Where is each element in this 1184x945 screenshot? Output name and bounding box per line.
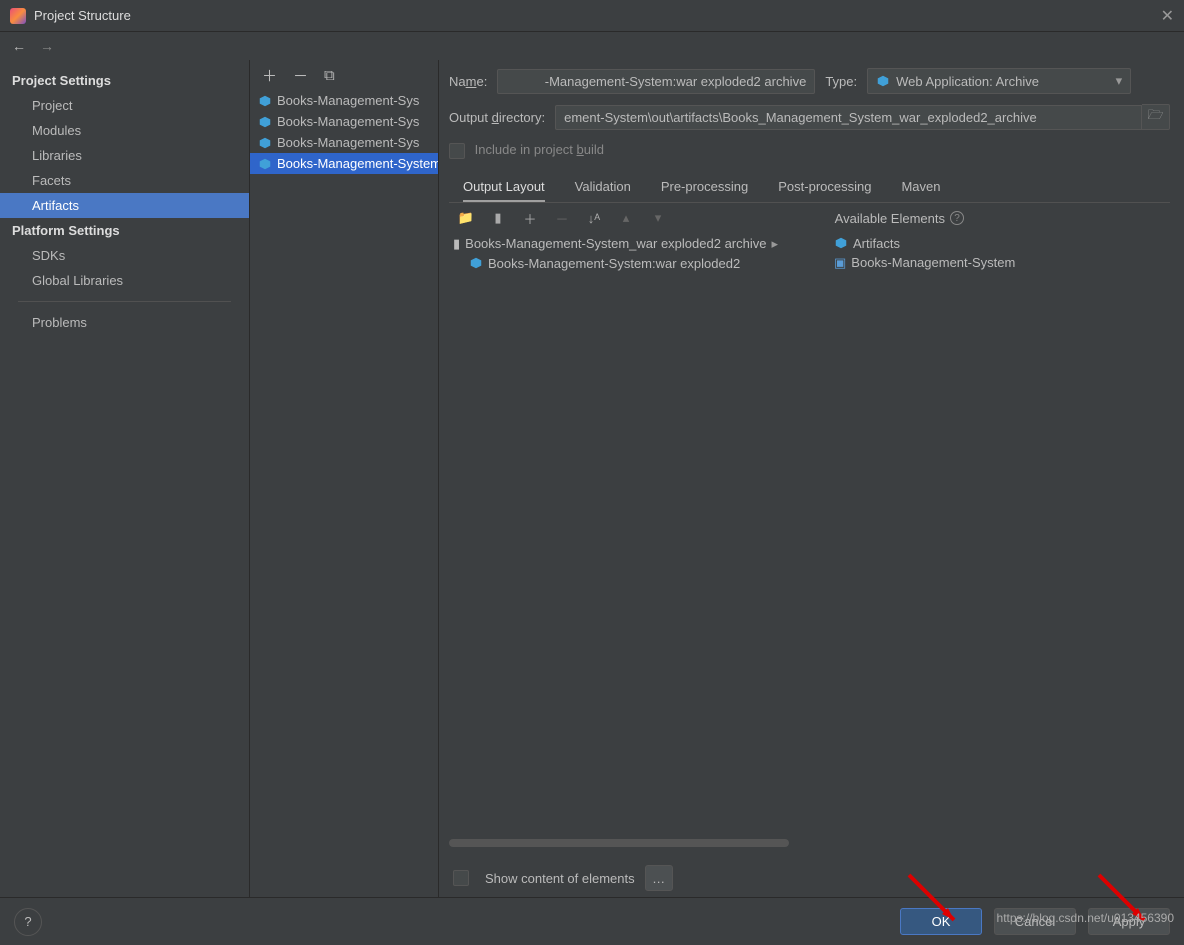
chevron-down-icon: ▾ xyxy=(1116,73,1123,89)
archive-icon xyxy=(876,74,890,88)
help-icon[interactable]: ? xyxy=(950,211,964,225)
name-label: Name: xyxy=(449,74,487,89)
tree-child-label: Books-Management-System:war exploded2 xyxy=(488,256,740,271)
artifact-label: Books-Management-Sys xyxy=(277,135,419,150)
sidebar-item-modules[interactable]: Modules xyxy=(0,118,249,143)
tree-root[interactable]: ▮ Books-Management-System_war exploded2 … xyxy=(449,234,820,254)
tab-post-processing[interactable]: Post-processing xyxy=(778,173,871,202)
layout-toolbar: 📁 ▮ ＋ － ↓ᴬ ▴ ▾ Available Elements ? xyxy=(449,203,1170,234)
divider xyxy=(18,301,231,302)
artifact-label: Books-Management-Sys xyxy=(277,114,419,129)
outdir-input[interactable]: ement-System\out\artifacts\Books_Managem… xyxy=(555,105,1142,130)
artifact-label: Books-Management-Sys xyxy=(277,93,419,108)
type-label: Type: xyxy=(825,74,857,89)
output-tree: ▮ Books-Management-System_war exploded2 … xyxy=(449,234,820,835)
tabs: Output Layout Validation Pre-processing … xyxy=(449,169,1170,203)
artifact-item[interactable]: Books-Management-Sys xyxy=(250,90,438,111)
artifact-item[interactable]: Books-Management-Sys xyxy=(250,132,438,153)
type-select[interactable]: Web Application: Archive ▾ xyxy=(867,68,1131,94)
archive-icon xyxy=(258,94,272,108)
module-icon: ▣ xyxy=(834,255,846,271)
artifact-item[interactable]: Books-Management-Sys xyxy=(250,111,438,132)
type-value: Web Application: Archive xyxy=(896,74,1039,89)
back-icon[interactable]: ← xyxy=(12,38,26,54)
artifacts-icon xyxy=(834,236,848,250)
close-icon[interactable]: ✕ xyxy=(1161,6,1174,26)
new-folder-icon[interactable]: 📁 xyxy=(457,209,475,227)
move-up-icon[interactable]: ▴ xyxy=(617,209,635,227)
horizontal-scrollbar[interactable] xyxy=(449,839,789,847)
nav-bar: ← → xyxy=(0,32,1184,60)
archive-icon xyxy=(258,136,272,150)
sidebar-item-libraries[interactable]: Libraries xyxy=(0,143,249,168)
help-button[interactable]: ? xyxy=(14,908,42,936)
include-build-row[interactable]: Include in project build xyxy=(449,140,1170,161)
sidebar-item-facets[interactable]: Facets xyxy=(0,168,249,193)
new-archive-icon[interactable]: ▮ xyxy=(489,209,507,227)
tab-pre-processing[interactable]: Pre-processing xyxy=(661,173,748,202)
tree-child[interactable]: Books-Management-System:war exploded2 xyxy=(449,254,820,273)
remove-icon[interactable]: － xyxy=(293,65,308,86)
sidebar: Project Settings Project Modules Librari… xyxy=(0,60,249,897)
available-project-label: Books-Management-System xyxy=(851,255,1015,270)
archive-icon xyxy=(258,157,272,171)
archive-icon xyxy=(469,256,483,270)
sidebar-item-global-libraries[interactable]: Global Libraries xyxy=(0,268,249,293)
watermark: https://blog.csdn.net/u013456390 xyxy=(997,911,1174,925)
browse-folder-icon[interactable]: 🗁 xyxy=(1142,104,1170,130)
add-copy-icon[interactable]: ＋ xyxy=(521,209,539,227)
available-artifacts[interactable]: Artifacts xyxy=(830,234,1170,253)
move-down-icon[interactable]: ▾ xyxy=(649,209,667,227)
tab-maven[interactable]: Maven xyxy=(901,173,940,202)
name-input[interactable]: -Management-System:war exploded2 archive xyxy=(497,69,815,94)
sidebar-item-sdks[interactable]: SDKs xyxy=(0,243,249,268)
copy-icon[interactable]: ⧉ xyxy=(324,67,335,84)
checkbox-icon[interactable] xyxy=(453,870,469,886)
forward-icon[interactable]: → xyxy=(40,38,54,54)
available-elements-header: Available Elements ? xyxy=(831,209,968,228)
section-project-settings: Project Settings xyxy=(0,68,249,93)
available-artifacts-label: Artifacts xyxy=(853,236,900,251)
expand-icon[interactable]: ▸ xyxy=(771,236,778,252)
section-platform-settings: Platform Settings xyxy=(0,218,249,243)
more-button[interactable]: … xyxy=(645,865,673,891)
artifact-list-panel: ＋ － ⧉ Books-Management-Sys Books-Managem… xyxy=(249,60,438,897)
app-icon xyxy=(10,8,26,24)
sidebar-item-artifacts[interactable]: Artifacts xyxy=(0,193,249,218)
tree-root-label: Books-Management-System_war exploded2 ar… xyxy=(465,236,766,251)
sidebar-item-project[interactable]: Project xyxy=(0,93,249,118)
outdir-label: Output directory: xyxy=(449,110,545,125)
titlebar: Project Structure ✕ xyxy=(0,0,1184,32)
artifact-label: Books-Management-System:war exploded2 ar… xyxy=(277,156,438,171)
sidebar-item-problems[interactable]: Problems xyxy=(0,310,249,335)
archive-file-icon: ▮ xyxy=(453,236,460,252)
remove-entry-icon[interactable]: － xyxy=(553,209,571,227)
include-build-label: Include in project build xyxy=(475,142,604,157)
window-title: Project Structure xyxy=(34,8,1161,23)
checkbox-icon[interactable] xyxy=(449,143,465,159)
sort-icon[interactable]: ↓ᴬ xyxy=(585,209,603,227)
show-content-label: Show content of elements xyxy=(485,871,635,886)
artifact-item-selected[interactable]: Books-Management-System:war exploded2 ar… xyxy=(250,153,438,174)
available-project[interactable]: ▣ Books-Management-System xyxy=(830,253,1170,273)
ok-button[interactable]: OK xyxy=(900,908,982,935)
tab-output-layout[interactable]: Output Layout xyxy=(463,173,545,202)
content-panel: Name: -Management-System:war exploded2 a… xyxy=(438,60,1184,897)
available-tree: Artifacts ▣ Books-Management-System xyxy=(830,234,1170,835)
add-icon[interactable]: ＋ xyxy=(262,65,277,86)
artifact-toolbar: ＋ － ⧉ xyxy=(250,60,438,90)
artifact-list: Books-Management-Sys Books-Management-Sy… xyxy=(250,90,438,174)
archive-icon xyxy=(258,115,272,129)
tab-validation[interactable]: Validation xyxy=(575,173,631,202)
